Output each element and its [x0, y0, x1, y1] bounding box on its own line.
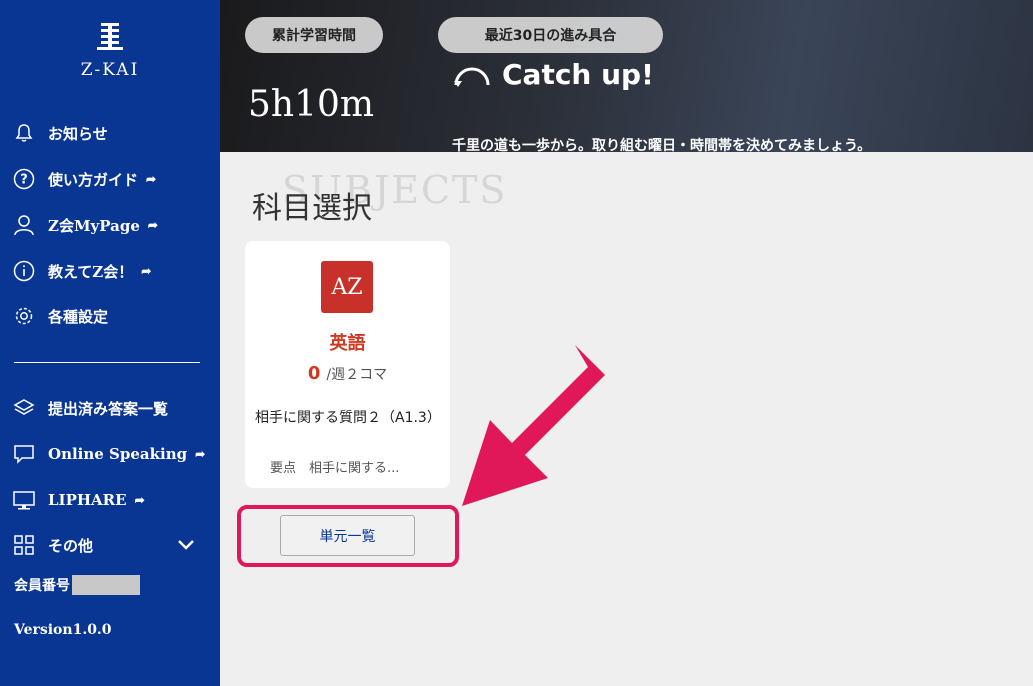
sidebar-item-label: 使い方ガイド: [48, 170, 139, 189]
sidebar-item-ask-zkai[interactable]: 教えてZ会！ ➦: [12, 256, 151, 286]
sidebar-item-notices[interactable]: お知らせ: [12, 118, 108, 148]
weekly-count: 0/週２コマ: [245, 363, 450, 384]
unit-list-button[interactable]: 単元一覧: [280, 515, 415, 556]
sidebar-item-mypage[interactable]: Z会MyPage ➦: [12, 210, 158, 240]
member-number-redacted: [72, 575, 140, 595]
z-kai-logo[interactable]: Z-KAI: [0, 22, 220, 80]
sidebar-item-label: Online Speaking: [48, 445, 188, 463]
external-link-icon: ➦: [141, 264, 152, 278]
sidebar-item-other[interactable]: その他: [12, 530, 93, 560]
subject-icon-text: AZ: [331, 274, 363, 300]
sidebar-item-label: LIPHARE: [48, 491, 127, 509]
external-link-icon: ➦: [195, 447, 206, 461]
recent-progress-label: 最近30日の進み具合: [438, 17, 663, 53]
completed-count: 0: [307, 363, 321, 384]
encouragement-message: 千里の道も一歩から。取り組む曜日・時間帯を決めてみましょう。: [452, 138, 872, 152]
sidebar: Z-KAI お知らせ ? 使い方ガイド ➦ Z会MyPage ➦ 教えてZ会！ …: [0, 0, 220, 686]
logo-text: Z-KAI: [80, 60, 140, 80]
total-study-time-value: 5h10m: [248, 84, 375, 125]
weekly-target: /週２コマ: [326, 367, 388, 383]
sidebar-item-label: お知らせ: [48, 124, 108, 143]
external-link-icon: ➦: [146, 172, 157, 186]
user-icon: [12, 213, 36, 237]
member-number-label: 会員番号: [14, 578, 70, 594]
sidebar-item-liphare[interactable]: LIPHARE ➦: [12, 485, 145, 515]
sidebar-item-label: その他: [48, 536, 94, 555]
help-icon: ?: [12, 167, 36, 191]
sidebar-item-submitted-answers[interactable]: 提出済み答案一覧: [12, 393, 168, 423]
progress-status: Catch up!: [452, 58, 654, 91]
sidebar-item-guide[interactable]: ? 使い方ガイド ➦: [12, 164, 156, 194]
stack-icon: [12, 396, 36, 420]
svg-text:?: ?: [20, 173, 28, 188]
version-text: Version1.0.0: [14, 622, 112, 638]
subject-name: 英語: [329, 333, 366, 354]
sidebar-item-label: Z会MyPage: [48, 216, 140, 235]
info-icon: [12, 259, 36, 283]
subject-card-english[interactable]: AZ 英語 0/週２コマ 相手に関する質問２（A1.3） 要点 相手に関する..…: [245, 241, 450, 488]
current-lesson: 相手に関する質問２（A1.3）: [255, 410, 441, 426]
study-summary-banner: 累計学習時間 最近30日の進み具合 5h10m Catch up! 千里の道も一…: [220, 0, 1033, 152]
external-link-icon: ➦: [134, 493, 145, 507]
member-number: 会員番号: [14, 575, 140, 595]
pointer-arrow-icon: [462, 345, 605, 506]
sidebar-item-settings[interactable]: 各種設定: [12, 301, 108, 331]
gear-icon: [12, 304, 36, 328]
english-subject-icon: AZ: [321, 261, 373, 313]
chevron-down-icon[interactable]: [176, 535, 196, 555]
gauge-icon: [454, 67, 490, 87]
logo-mark-icon: [97, 23, 123, 50]
total-study-time-label: 累計学習時間: [245, 17, 383, 53]
bell-icon: [12, 121, 36, 145]
section-title: 科目選択: [252, 191, 372, 226]
monitor-icon: [12, 488, 36, 512]
sidebar-item-online-speaking[interactable]: Online Speaking ➦: [12, 439, 205, 469]
sidebar-item-label: 提出済み答案一覧: [48, 399, 169, 418]
sidebar-item-label: 教えてZ会！: [48, 262, 134, 281]
chat-icon: [12, 442, 36, 466]
progress-status-text: Catch up!: [502, 58, 654, 91]
sidebar-item-label: 各種設定: [48, 307, 109, 326]
external-link-icon: ➦: [147, 218, 158, 232]
sidebar-divider: [14, 362, 200, 363]
grid-icon: [12, 533, 36, 557]
lesson-point: 要点 相手に関する...: [270, 461, 400, 476]
